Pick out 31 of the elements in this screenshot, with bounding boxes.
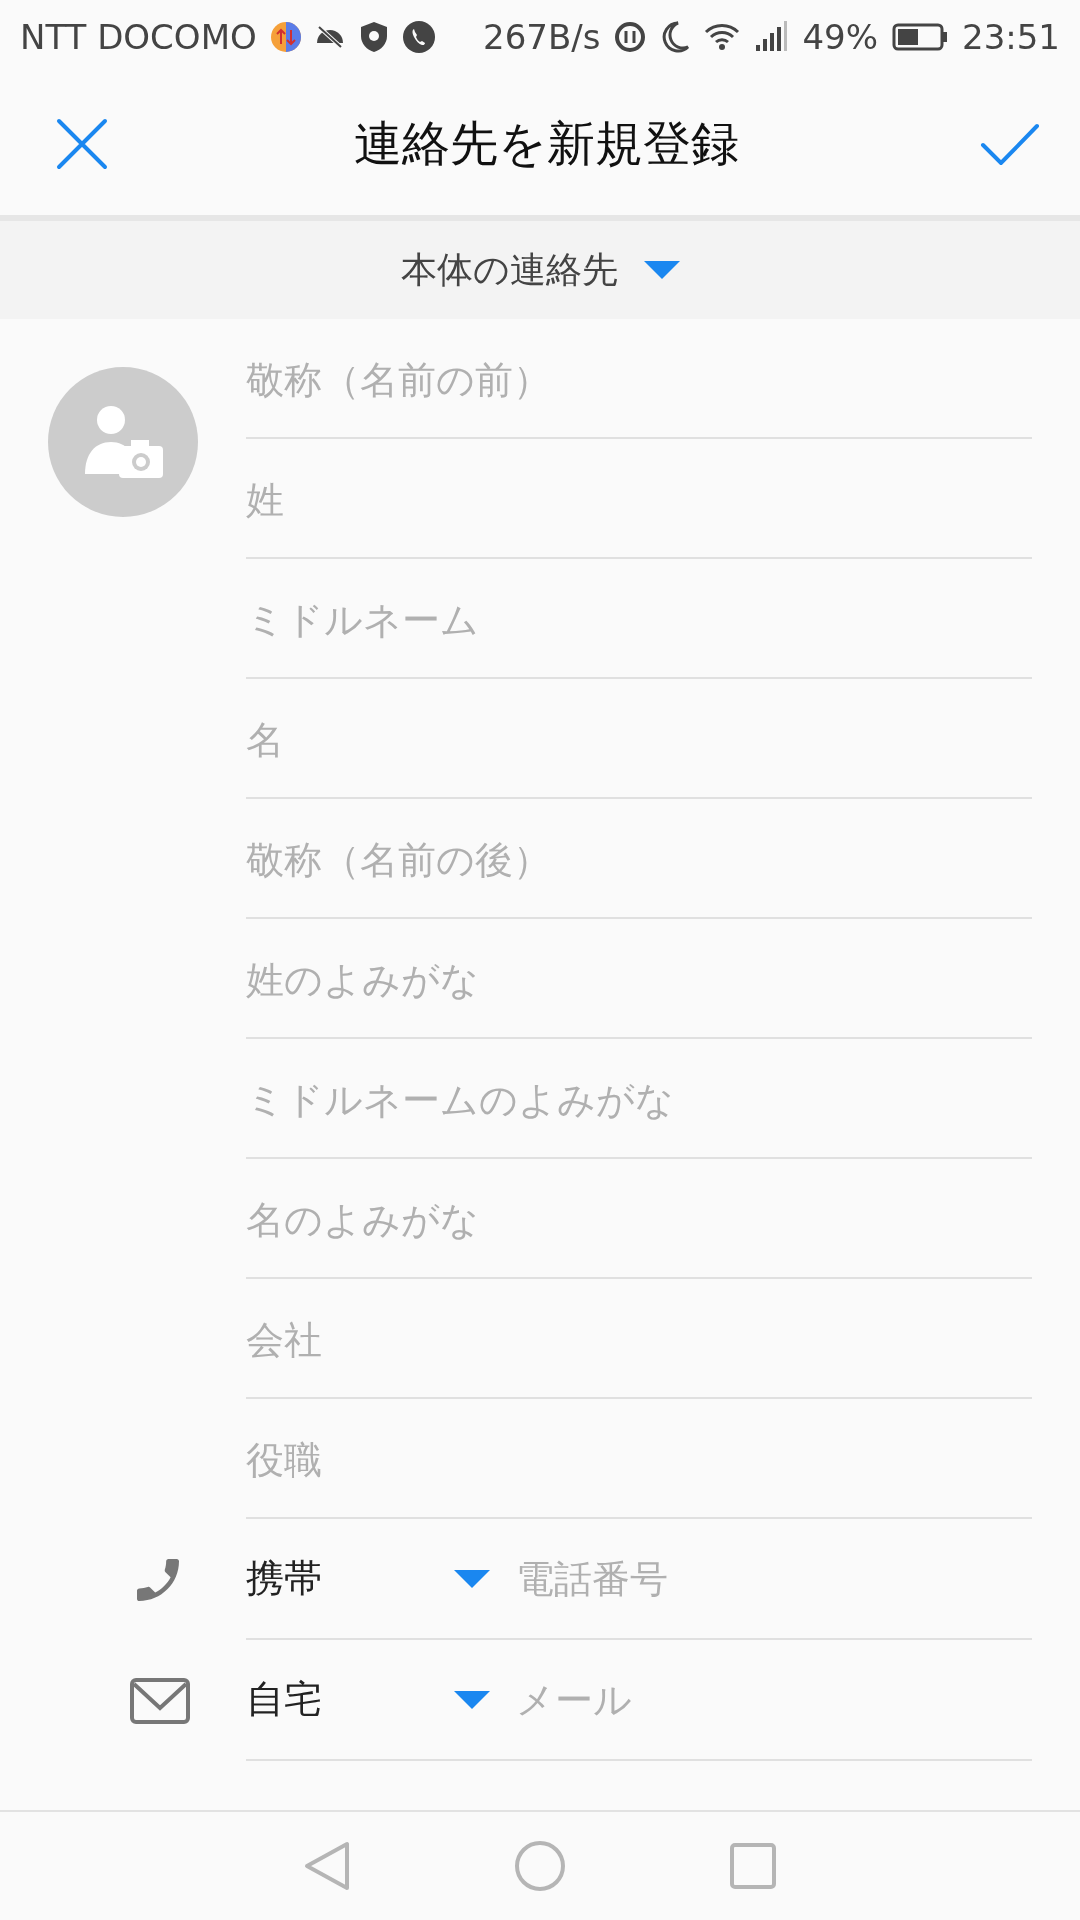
type-dropdown[interactable]: 携帯 <box>246 1538 516 1619</box>
text-field[interactable]: 姓のよみがな <box>246 919 1032 1039</box>
network-speed: 267B/s <box>483 16 601 57</box>
text-field[interactable]: 敬称（名前の前） <box>246 319 1032 439</box>
data-transfer-icon <box>270 21 301 52</box>
text-field[interactable]: ミドルネームのよみがな <box>246 1039 1032 1159</box>
shield-icon <box>358 20 389 53</box>
account-selector[interactable]: 本体の連絡先 <box>0 221 1080 319</box>
text-field[interactable]: 姓 <box>246 439 1032 559</box>
carrier-name: NTT DOCOMO <box>20 16 257 57</box>
signal-icon <box>754 20 789 53</box>
text-field[interactable]: 敬称（名前の後） <box>246 799 1032 919</box>
caret-icon <box>643 261 680 279</box>
envelope-icon <box>130 1677 190 1724</box>
phone-field[interactable]: 電話番号 <box>516 1538 1032 1619</box>
wifi-icon <box>704 21 741 52</box>
email-field[interactable]: メール <box>516 1659 1032 1740</box>
type-dropdown[interactable]: 自宅 <box>246 1659 516 1740</box>
clock-time: 23:51 <box>962 16 1060 57</box>
screen-title: 連絡先を新規登録 <box>353 114 739 173</box>
caret-icon <box>454 1690 490 1709</box>
text-field[interactable]: 名 <box>246 679 1032 799</box>
text-field[interactable]: 名のよみがな <box>246 1159 1032 1279</box>
caret-icon <box>454 1569 490 1588</box>
battery-percent: 49% <box>802 16 878 57</box>
battery-icon <box>892 22 948 51</box>
moon-icon <box>660 20 691 53</box>
text-field[interactable]: 会社 <box>246 1279 1032 1399</box>
text-field[interactable]: ミドルネーム <box>246 559 1032 679</box>
phone-call-icon <box>402 20 435 53</box>
text-field[interactable]: 役職 <box>246 1399 1032 1519</box>
